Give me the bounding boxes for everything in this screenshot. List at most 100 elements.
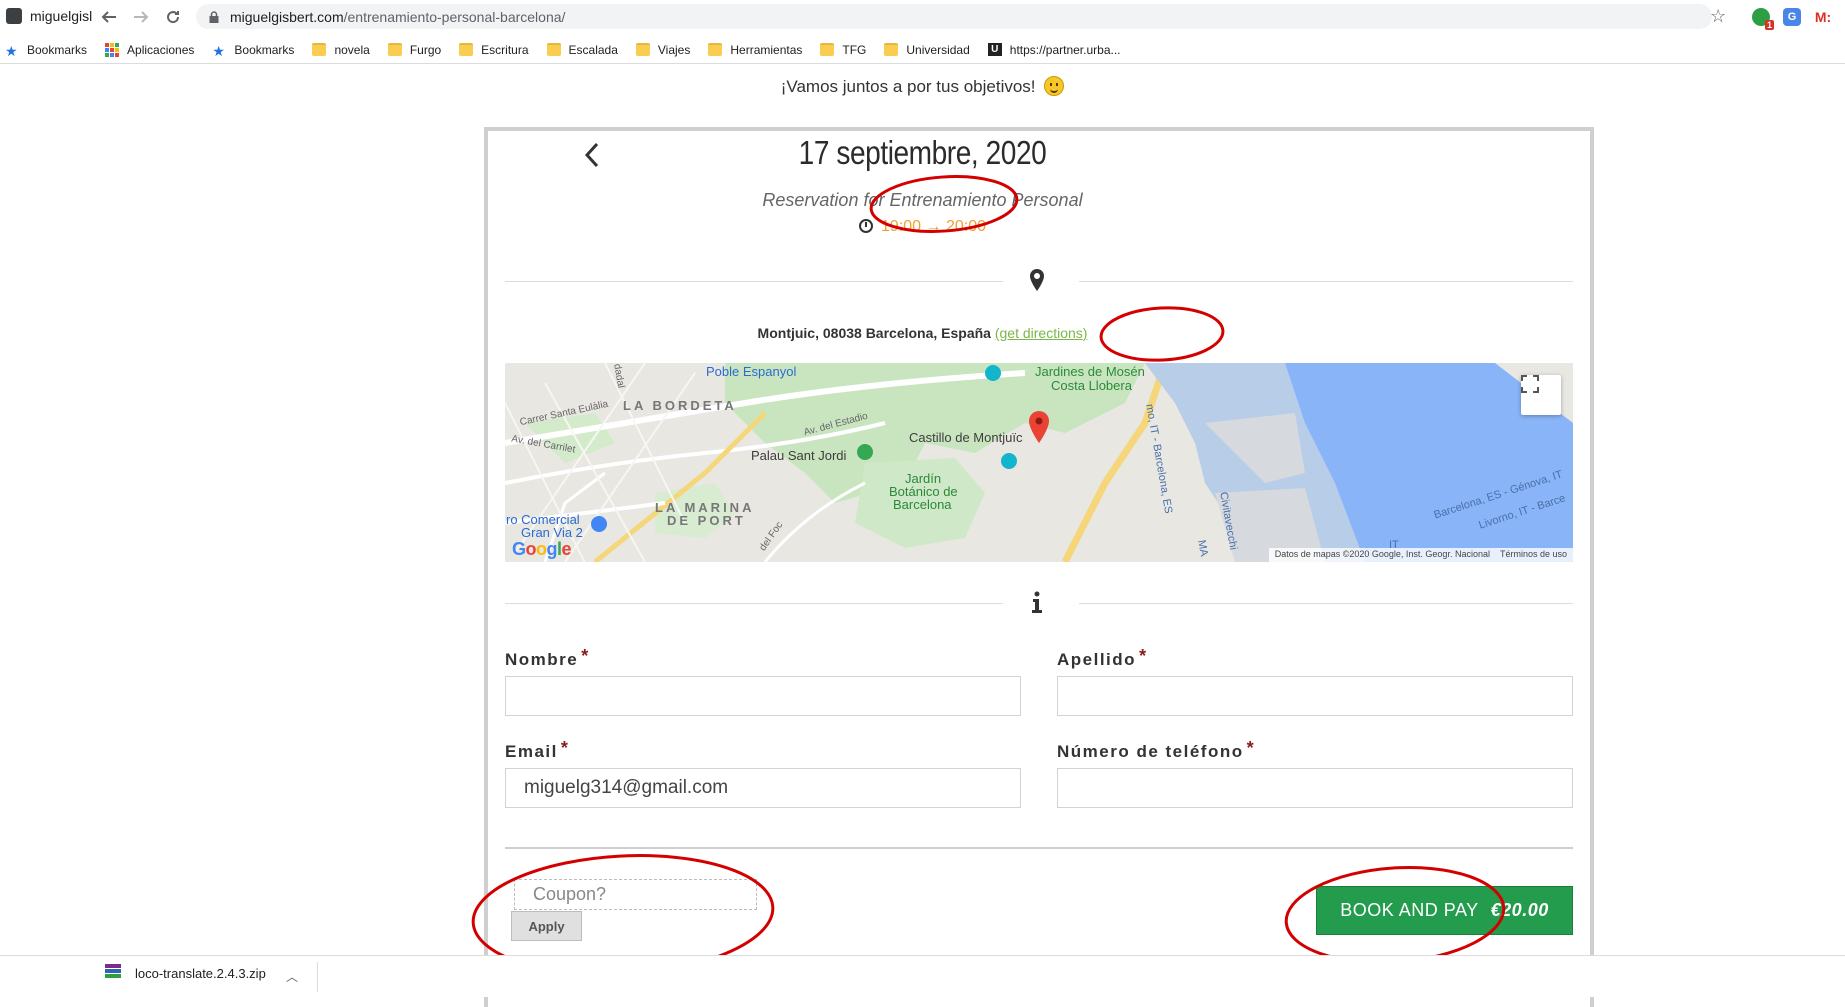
bookmark-item[interactable]: ★ Bookmarks bbox=[5, 42, 88, 60]
bookmark-folder[interactable]: Viajes bbox=[635, 43, 690, 57]
apellido-label: Apellido * bbox=[1057, 646, 1148, 670]
map-label: Castillo de Montjuïc bbox=[909, 430, 1023, 445]
map-label: Gran Via 2 bbox=[521, 525, 583, 540]
bookmark-folder[interactable]: novela bbox=[312, 42, 370, 57]
apply-coupon-button[interactable]: Apply bbox=[511, 911, 582, 941]
bookmark-label: novela bbox=[334, 42, 370, 57]
email-input[interactable] bbox=[505, 768, 1021, 808]
booking-time: 19:00 → 20:00 bbox=[0, 218, 1845, 236]
u-site-icon: U bbox=[987, 43, 1002, 56]
bookmark-label: Escritura bbox=[481, 42, 529, 57]
download-file-name: loco-translate.2.4.3.zip bbox=[135, 965, 266, 981]
bookmark-folder[interactable]: TFG bbox=[820, 43, 866, 57]
booking-card bbox=[484, 127, 1594, 1007]
download-item[interactable]: loco-translate.2.4.3.zip bbox=[105, 964, 266, 982]
tab-title: miguelgisl bbox=[30, 8, 92, 24]
divider bbox=[505, 603, 1003, 604]
map-terms-link[interactable]: Términos de uso bbox=[1500, 549, 1567, 559]
gmail-extension-label: M bbox=[1814, 9, 1827, 25]
attribution-text: Datos de mapas ©2020 Google, Inst. Geogr… bbox=[1274, 549, 1490, 559]
booking-date-title: 17 septiembre, 2020 bbox=[798, 134, 1047, 171]
apps-grid-icon bbox=[105, 43, 120, 57]
bookmark-label: TFG bbox=[842, 42, 867, 57]
address-line: Montjuic, 08038 Barcelona, España (get d… bbox=[0, 325, 1845, 341]
google-logo: Google bbox=[512, 539, 572, 559]
folder-icon bbox=[459, 43, 474, 56]
bookmark-item[interactable]: ★ Bookmarks bbox=[212, 42, 295, 60]
telefono-input[interactable] bbox=[1057, 768, 1573, 808]
folder-icon bbox=[635, 43, 650, 56]
telefono-label-text: Número de teléfono bbox=[1057, 742, 1244, 761]
bookmark-folder[interactable]: Universidad bbox=[884, 42, 970, 57]
map-label: Barcelona bbox=[893, 497, 952, 512]
folder-icon bbox=[884, 43, 899, 56]
bookmark-label: Universidad bbox=[906, 42, 970, 57]
nombre-input[interactable] bbox=[505, 676, 1021, 716]
required-mark: * bbox=[1139, 646, 1148, 666]
translate-extension-icon[interactable]: G bbox=[1783, 8, 1801, 26]
telefono-label: Número de teléfono * bbox=[1057, 738, 1255, 762]
bookmark-item[interactable]: Uhttps://partner.urba... bbox=[987, 43, 1121, 57]
map-label: Costa Llobera bbox=[1051, 378, 1132, 393]
bookmark-label: Aplicaciones bbox=[127, 42, 195, 57]
url-text: miguelgisbert.com/entrenamiento-personal… bbox=[230, 9, 565, 25]
back-nav-button[interactable] bbox=[96, 4, 122, 30]
arrow-left-icon bbox=[101, 11, 116, 23]
star-icon: ★ bbox=[212, 43, 225, 59]
bookmark-folder[interactable]: Escalada bbox=[546, 42, 618, 57]
bookmark-item-apps[interactable]: Aplicaciones bbox=[105, 43, 194, 57]
archive-file-icon bbox=[105, 964, 121, 982]
book-and-pay-button[interactable]: BOOK AND PAY €20.00 bbox=[1316, 886, 1573, 935]
divider bbox=[1079, 281, 1573, 282]
bookmark-label: Escalada bbox=[568, 42, 618, 57]
bookmark-label: Bookmarks bbox=[234, 42, 295, 57]
folder-icon bbox=[820, 43, 835, 56]
map-label: MA bbox=[1195, 539, 1210, 558]
info-icon bbox=[1032, 591, 1042, 613]
extension-green-icon[interactable]: 1 bbox=[1752, 8, 1774, 30]
required-mark: * bbox=[560, 738, 570, 758]
site-favicon-icon bbox=[6, 8, 22, 24]
smiley-icon bbox=[1044, 76, 1065, 96]
location-map[interactable]: Poble Espanyol Jardines de Mosén Costa L… bbox=[505, 363, 1573, 562]
clock-icon bbox=[859, 219, 874, 233]
chevron-up-icon[interactable]: ︿ bbox=[286, 968, 298, 985]
map-label: Poble Espanyol bbox=[706, 364, 797, 379]
apellido-input[interactable] bbox=[1057, 676, 1573, 716]
forward-nav-button[interactable] bbox=[128, 4, 154, 30]
map-fullscreen-button[interactable] bbox=[1521, 375, 1561, 415]
address-bar[interactable]: miguelgisbert.com/entrenamiento-personal… bbox=[196, 4, 1712, 29]
email-label: Email * bbox=[505, 738, 569, 762]
get-directions-link[interactable]: (get directions) bbox=[995, 325, 1088, 341]
arrow-right-icon bbox=[134, 11, 149, 23]
bookmarks-bar: ★ Bookmarks Aplicaciones ★ Bookmarks novel… bbox=[0, 36, 1845, 64]
browser-tab[interactable]: miguelgisl bbox=[0, 0, 92, 32]
reload-button[interactable] bbox=[160, 4, 186, 30]
email-label-text: Email bbox=[505, 742, 558, 761]
download-bar: loco-translate.2.4.3.zip ︿ bbox=[0, 955, 1845, 997]
bookmark-star-icon[interactable]: ☆ bbox=[1710, 6, 1726, 27]
bookmark-folder[interactable]: Escritura bbox=[459, 42, 529, 57]
bookmark-label: Bookmarks bbox=[27, 42, 88, 57]
bookmark-label: Furgo bbox=[409, 42, 442, 57]
divider bbox=[1079, 603, 1573, 604]
nombre-label-text: Nombre bbox=[505, 650, 579, 669]
divider bbox=[505, 281, 1003, 282]
bookmark-folder[interactable]: Herramientas bbox=[708, 43, 802, 57]
required-mark: * bbox=[581, 646, 590, 666]
url-path: /entrenamiento-personal-barcelona/ bbox=[343, 8, 566, 25]
bookmark-folder[interactable]: Furgo bbox=[387, 42, 442, 57]
tagline-text: ¡Vamos juntos a por tus objetivos! bbox=[780, 77, 1036, 96]
folder-icon bbox=[546, 43, 561, 56]
gmail-extension-icon[interactable]: M: bbox=[1814, 8, 1832, 26]
coupon-input[interactable] bbox=[514, 879, 757, 910]
folder-icon bbox=[312, 43, 327, 56]
lock-icon bbox=[209, 10, 219, 23]
url-host: miguelgisbert.com bbox=[230, 8, 344, 25]
booking-time-text: 19:00 → 20:00 bbox=[881, 218, 986, 235]
folder-icon bbox=[708, 43, 723, 56]
map-label: Palau Sant Jordi bbox=[751, 448, 847, 463]
folder-icon bbox=[387, 43, 402, 56]
book-button-price: €20.00 bbox=[1490, 900, 1549, 920]
required-mark: * bbox=[1246, 738, 1256, 758]
